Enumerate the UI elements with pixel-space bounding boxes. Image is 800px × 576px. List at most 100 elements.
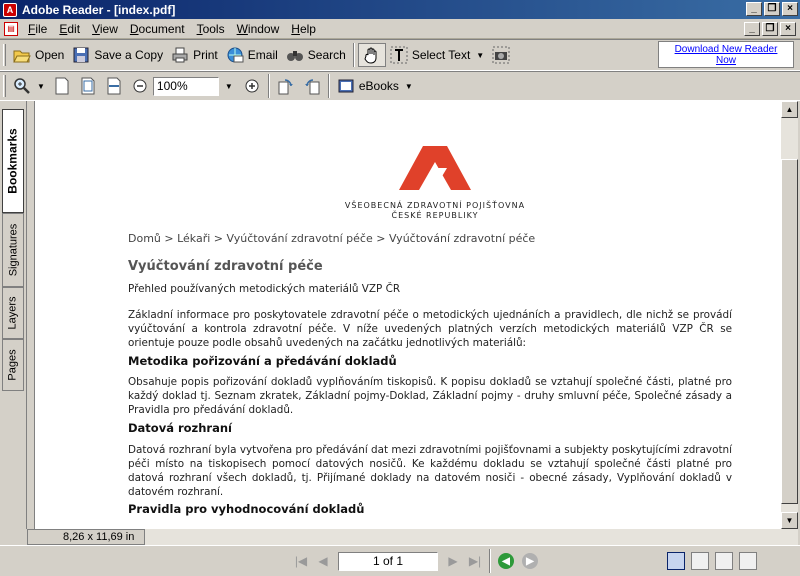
page-icon	[55, 77, 69, 95]
menu-edit[interactable]: Edit	[53, 22, 86, 36]
section-text: Obsahuje popis pořizování dokladů vyplňo…	[128, 376, 732, 416]
vzp-logo: VŠEOBECNÁ ZDRAVOTNÍ POJIŠŤOVNA ČESKÉ REP…	[335, 142, 535, 221]
section-heading: Pravidla pro vyhodnocování dokladů	[128, 502, 365, 516]
plus-circle-icon	[245, 79, 259, 93]
camera-icon	[492, 46, 510, 64]
page-size-bar: 8,26 x 11,69 in	[27, 529, 798, 545]
section-heading: Datová rozhraní	[128, 421, 232, 435]
section-text: Datová rozhraní byla vytvořena pro předá…	[128, 444, 732, 498]
intro-paragraph: Základní informace pro poskytovatele zdr…	[128, 309, 732, 349]
download-new-reader-link[interactable]: Download New Reader Now	[658, 41, 794, 68]
document-viewer[interactable]: VŠEOBECNÁ ZDRAVOTNÍ POJIŠŤOVNA ČESKÉ REP…	[35, 101, 781, 529]
toolbar-grip[interactable]	[3, 44, 6, 66]
continuous-facing-layout-icon[interactable]	[739, 552, 757, 570]
rotate-clockwise-button[interactable]	[273, 74, 299, 98]
minus-circle-icon	[133, 79, 147, 93]
navigation-pane-tabs: Bookmarks Signatures Layers Pages	[0, 101, 27, 529]
zoom-tool-button[interactable]: ▼	[9, 74, 49, 98]
zoom-out-button[interactable]	[127, 74, 153, 98]
actual-size-button[interactable]	[49, 74, 75, 98]
chevron-down-icon[interactable]: ▼	[37, 82, 45, 91]
scroll-thumb[interactable]	[781, 159, 798, 504]
vzp-logo-mark-icon	[399, 146, 471, 190]
menu-tools[interactable]: Tools	[191, 22, 231, 36]
toolbar-separator	[327, 74, 330, 98]
email-globe-icon	[227, 47, 244, 63]
chevron-down-icon[interactable]: ▼	[476, 51, 484, 60]
fit-page-button[interactable]	[75, 74, 101, 98]
continuous-layout-icon[interactable]	[691, 552, 709, 570]
tab-signatures[interactable]: Signatures	[2, 213, 24, 287]
logo-text-line2: ČESKÉ REPUBLIKY	[391, 211, 479, 220]
zoom-in-button[interactable]	[239, 74, 265, 98]
fit-width-icon	[107, 77, 121, 95]
pdf-document-icon[interactable]: ▤	[4, 21, 18, 36]
page-subtitle: Přehled používaných metodických materiál…	[128, 283, 401, 295]
fit-width-button[interactable]	[101, 74, 127, 98]
doc-close-button[interactable]: ×	[780, 22, 796, 36]
first-page-icon[interactable]: |◀	[290, 551, 312, 571]
scroll-up-arrow-icon[interactable]: ▲	[781, 101, 798, 118]
toolbar-separator	[489, 549, 491, 573]
zoom-dropdown-chevron-icon[interactable]: ▼	[225, 82, 233, 91]
floppy-disk-icon	[73, 47, 89, 63]
hand-icon	[364, 47, 377, 64]
menu-window[interactable]: Window	[231, 22, 286, 36]
zoom-level-input[interactable]: 100%	[152, 76, 219, 96]
printer-icon	[172, 47, 188, 63]
view-toolbar: ▼ 100% ▼ eBooks ▼	[0, 71, 800, 101]
tab-layers[interactable]: Layers	[2, 287, 24, 339]
rotate-cw-icon	[278, 79, 293, 95]
pane-splitter[interactable]	[27, 101, 35, 529]
menu-bar: ▤ File Edit View Document Tools Window H…	[0, 19, 800, 39]
save-copy-button[interactable]: Save a Copy	[68, 43, 167, 67]
page-size-readout: 8,26 x 11,69 in	[27, 529, 145, 545]
next-page-icon[interactable]: ▶	[442, 551, 464, 571]
breadcrumb[interactable]: Domů > Lékaři > Vyúčtování zdravotní péč…	[128, 232, 535, 245]
rotate-ccw-icon	[304, 79, 320, 95]
ebook-icon	[338, 79, 354, 93]
vertical-scrollbar[interactable]: ▲ ▼	[781, 101, 798, 529]
doc-minimize-button[interactable]: _	[744, 22, 760, 36]
go-back-icon[interactable]: ◀	[498, 553, 514, 569]
maximize-button[interactable]: ❐	[764, 2, 780, 16]
toolbar-grip[interactable]	[3, 75, 6, 97]
scroll-down-arrow-icon[interactable]: ▼	[781, 512, 798, 529]
page-number-input[interactable]: 1 of 1	[338, 551, 438, 571]
menu-document[interactable]: Document	[124, 22, 191, 36]
close-button[interactable]: ×	[782, 2, 798, 16]
doc-restore-button[interactable]: ❐	[762, 22, 778, 36]
tab-pages[interactable]: Pages	[2, 339, 24, 391]
tab-bookmarks[interactable]: Bookmarks	[2, 109, 24, 213]
rotate-counterclockwise-button[interactable]	[299, 74, 325, 98]
folder-open-icon	[13, 50, 31, 63]
window-title: Adobe Reader - [index.pdf]	[22, 2, 176, 17]
page-title: Vyúčtování zdravotní péče	[128, 259, 323, 274]
ebooks-button[interactable]: eBooks ▼	[333, 74, 417, 98]
facing-layout-icon[interactable]	[715, 552, 733, 570]
single-page-layout-icon[interactable]	[667, 552, 685, 570]
open-button[interactable]: Open	[9, 43, 68, 67]
fit-page-icon	[81, 77, 95, 95]
chevron-down-icon[interactable]: ▼	[405, 82, 413, 91]
search-button[interactable]: Search	[282, 43, 350, 67]
minimize-button[interactable]: _	[746, 2, 762, 16]
previous-page-icon[interactable]: ◀	[312, 551, 334, 571]
section-heading: Metodika pořizování a předávání dokladů	[128, 354, 397, 368]
menu-file[interactable]: File	[22, 22, 53, 36]
toolbar-separator	[267, 74, 270, 98]
snapshot-button[interactable]	[488, 43, 514, 67]
menu-help[interactable]: Help	[285, 22, 322, 36]
adobe-reader-app-icon: A	[3, 2, 17, 17]
go-forward-icon[interactable]: ▶	[522, 553, 538, 569]
hand-tool-button[interactable]	[357, 43, 386, 67]
logo-text-line1: VŠEOBECNÁ ZDRAVOTNÍ POJIŠŤOVNA	[344, 201, 526, 210]
menu-view[interactable]: View	[86, 22, 124, 36]
toolbar-separator	[352, 43, 355, 67]
email-button[interactable]: Email	[222, 43, 282, 67]
status-bar: |◀ ◀ 1 of 1 ▶ ▶| ◀ ▶	[0, 545, 800, 576]
last-page-icon[interactable]: ▶|	[464, 551, 486, 571]
select-text-button[interactable]: Select Text ▼	[386, 43, 488, 67]
print-button[interactable]: Print	[167, 43, 222, 67]
binoculars-icon	[286, 51, 303, 61]
